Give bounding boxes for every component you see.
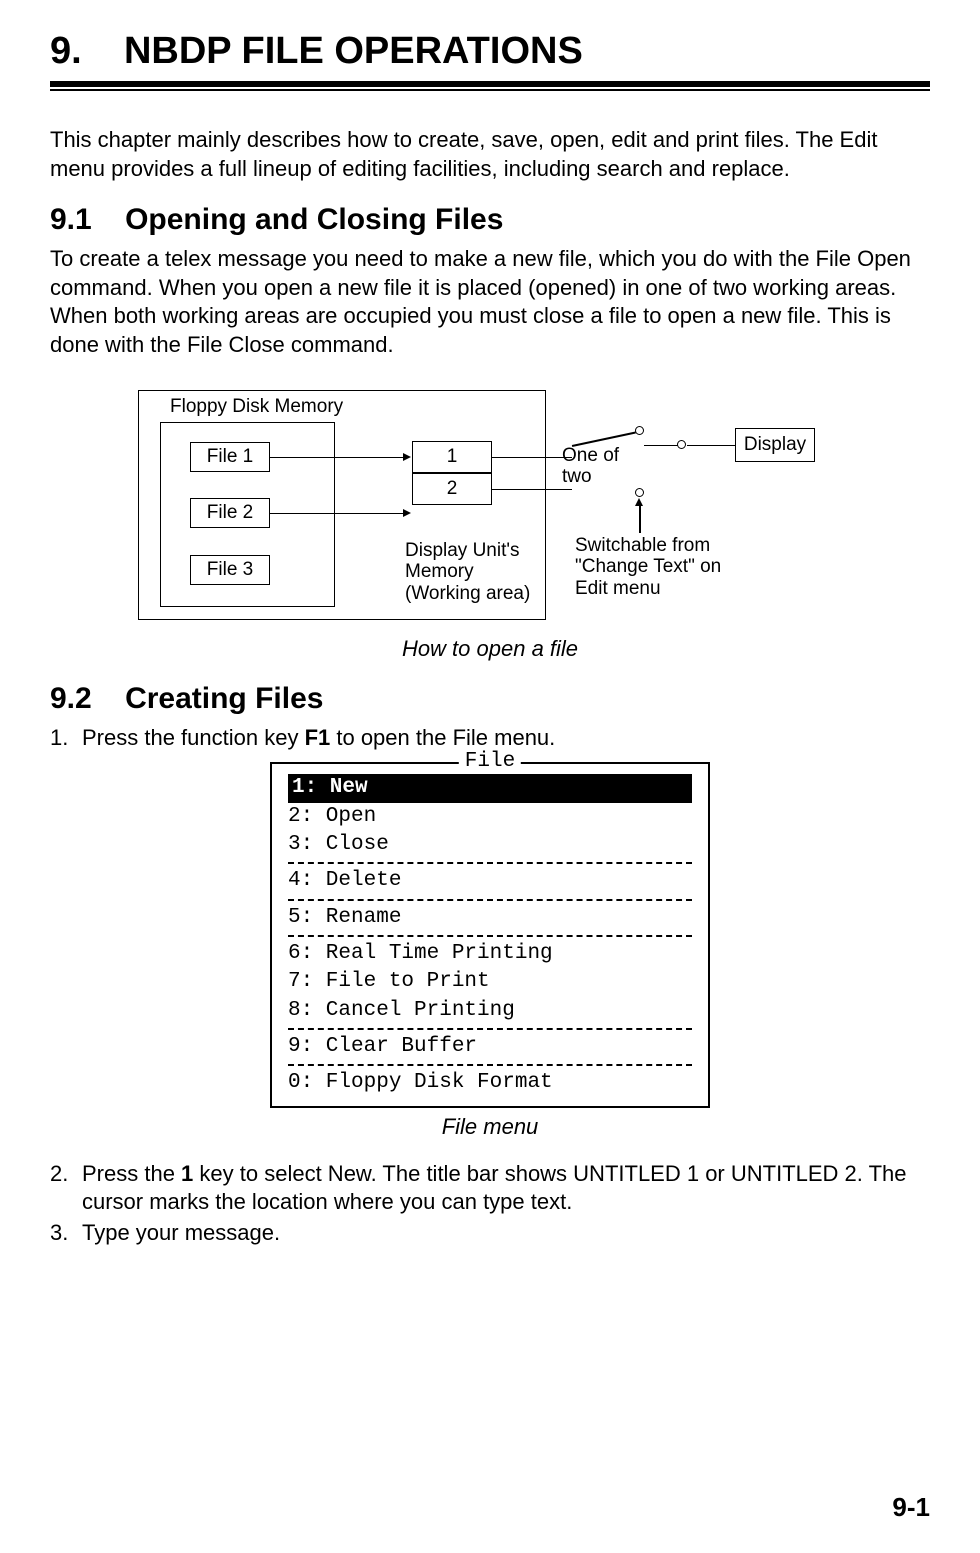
work-area-2-label: 2 xyxy=(447,478,458,500)
file-1-box: File 1 xyxy=(190,442,270,472)
file-menu-caption: File menu xyxy=(50,1114,930,1140)
section-number: 9.1 xyxy=(50,203,92,236)
menu-item-rename: 5: Rename xyxy=(272,904,708,932)
step-1-text-a: Press the function key xyxy=(82,725,305,750)
file-1-label: File 1 xyxy=(207,446,253,468)
switch-dot-1 xyxy=(635,426,644,435)
menu-item-rtprint: 6: Real Time Printing xyxy=(272,940,708,968)
work-area-label: Display Unit's Memory (Working area) xyxy=(405,540,550,606)
switch-out-line-h xyxy=(644,445,679,447)
step-number: 3. xyxy=(50,1219,68,1248)
step-number: 1. xyxy=(50,724,68,753)
file-menu-title: File xyxy=(459,750,521,773)
step-number: 2. xyxy=(50,1160,68,1189)
menu-divider xyxy=(288,1064,692,1066)
intro-text: This chapter mainly describes how to cre… xyxy=(50,126,930,183)
chapter-number: 9. xyxy=(50,30,82,72)
arrow-head-1 xyxy=(403,453,411,461)
file-3-box: File 3 xyxy=(190,555,270,585)
switch-dot-2 xyxy=(635,488,644,497)
menu-item-delete: 4: Delete xyxy=(272,867,708,895)
step-2: 2. Press the 1 key to select New. The ti… xyxy=(50,1160,930,1217)
floppy-label: Floppy Disk Memory xyxy=(170,396,343,418)
step-2-text-b: key to select New. The title bar shows U… xyxy=(82,1161,907,1215)
chapter-rule xyxy=(50,81,930,91)
display-in-line xyxy=(687,445,737,447)
section-name: Creating Files xyxy=(125,682,323,715)
menu-item-open: 2: Open xyxy=(272,803,708,831)
switch-dot-3 xyxy=(677,440,686,449)
chapter-name: NBDP FILE OPERATIONS xyxy=(124,30,583,72)
step-2-text-a: Press the xyxy=(82,1161,181,1186)
menu-divider xyxy=(288,1028,692,1030)
step-1: 1. Press the function key F1 to open the… xyxy=(50,724,930,753)
chapter-title: 9. NBDP FILE OPERATIONS xyxy=(50,30,930,73)
menu-divider xyxy=(288,899,692,901)
work-area-2: 2 xyxy=(412,473,492,505)
step-1-key: F1 xyxy=(305,725,331,750)
step-1-text-b: to open the File menu. xyxy=(330,725,555,750)
diagram-caption: How to open a file xyxy=(50,636,930,662)
switch-line-1 xyxy=(492,457,572,459)
file-menu-box: File 1: New 2: Open 3: Close 4: Delete 5… xyxy=(270,762,710,1107)
diagram-container: Floppy Disk Memory File 1 File 2 File 3 … xyxy=(50,380,930,630)
file-open-diagram: Floppy Disk Memory File 1 File 2 File 3 … xyxy=(130,380,850,630)
file-3-label: File 3 xyxy=(207,559,253,581)
section-number: 9.2 xyxy=(50,682,92,715)
arrow-head-2 xyxy=(403,509,411,517)
one-of-two-label: One of two xyxy=(562,445,632,489)
file-2-label: File 2 xyxy=(207,502,253,524)
step-2-key: 1 xyxy=(181,1161,193,1186)
switchable-arrow-head xyxy=(635,498,643,506)
step-3-text: Type your message. xyxy=(82,1220,280,1245)
arrow-line-1 xyxy=(270,457,405,459)
work-area-1-label: 1 xyxy=(447,446,458,468)
page-number: 9-1 xyxy=(892,1492,930,1523)
steps-list: 1. Press the function key F1 to open the… xyxy=(50,724,930,753)
section-9-1-body: To create a telex message you need to ma… xyxy=(50,245,930,359)
menu-item-close: 3: Close xyxy=(272,831,708,859)
switch-line-2 xyxy=(492,489,572,491)
display-box-label: Display xyxy=(744,434,806,456)
section-9-2-title: 9.2 Creating Files xyxy=(50,682,930,716)
menu-item-new: 1: New xyxy=(288,774,692,802)
work-area-1: 1 xyxy=(412,441,492,473)
menu-item-clearbuffer: 9: Clear Buffer xyxy=(272,1033,708,1061)
step-3: 3. Type your message. xyxy=(50,1219,930,1248)
file-2-box: File 2 xyxy=(190,498,270,528)
file-menu-container: File 1: New 2: Open 3: Close 4: Delete 5… xyxy=(50,762,930,1107)
switchable-arrow-line xyxy=(639,505,641,533)
steps-list-cont: 2. Press the 1 key to select New. The ti… xyxy=(50,1160,930,1248)
section-name: Opening and Closing Files xyxy=(125,203,503,236)
arrow-line-2 xyxy=(270,513,405,515)
menu-item-cancelprint: 8: Cancel Printing xyxy=(272,997,708,1025)
switchable-label: Switchable from "Change Text" on Edit me… xyxy=(575,535,735,601)
menu-divider xyxy=(288,862,692,864)
menu-divider xyxy=(288,935,692,937)
menu-item-floppyformat: 0: Floppy Disk Format xyxy=(272,1069,708,1097)
section-9-1-title: 9.1 Opening and Closing Files xyxy=(50,203,930,237)
menu-item-fileprint: 7: File to Print xyxy=(272,968,708,996)
display-box: Display xyxy=(735,428,815,462)
